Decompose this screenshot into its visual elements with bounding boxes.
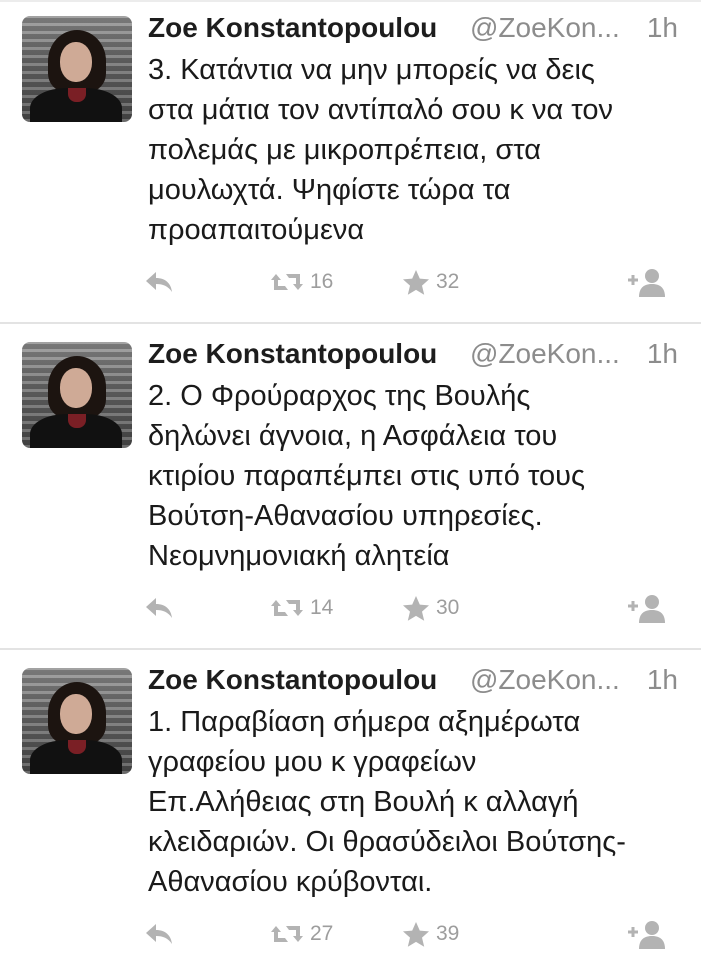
reply-icon xyxy=(144,921,174,947)
tweet[interactable]: Zoe Konstantopoulou @ZoeKon... 1h 2. Ο Φ… xyxy=(0,326,701,646)
star-icon xyxy=(402,269,430,296)
star-icon xyxy=(402,921,430,948)
author-name[interactable]: Zoe Konstantopoulou xyxy=(148,8,437,48)
follow-button[interactable] xyxy=(626,916,666,952)
tweet-text-line: κλειδαριών. Οι θρασύδειλοι Βούτσης- xyxy=(148,826,626,858)
tweet-text-line: 3. Κατάντια να μην μπορείς να δεις xyxy=(148,54,595,86)
avatar[interactable] xyxy=(22,668,132,774)
tweet-text-line: γραφείου μου κ γραφείων xyxy=(148,746,477,778)
retweet-icon xyxy=(270,922,304,946)
favorite-button[interactable]: 30 xyxy=(402,590,459,626)
tweet-text-line: Αθανασίου κρύβονται. xyxy=(148,866,433,898)
tweet-text-line: μουλωχτά. Ψηφίστε τώρα τα xyxy=(148,174,511,206)
reply-button[interactable] xyxy=(144,590,174,626)
tweet-actions: 16 32 xyxy=(140,264,680,300)
reply-button[interactable] xyxy=(144,264,174,300)
tweet-header: Zoe Konstantopoulou @ZoeKon... 1h xyxy=(148,8,688,48)
tweet-time: 1h xyxy=(646,338,678,369)
tweet-header: Zoe Konstantopoulou @ZoeKon... 1h xyxy=(148,334,688,374)
tweet-time: 1h xyxy=(646,664,678,695)
tweet-text: 3. Κατάντια να μην μπορείς να δεις στα μ… xyxy=(148,50,688,250)
favorite-count: 39 xyxy=(436,922,460,945)
tweet-header: Zoe Konstantopoulou @ZoeKon... 1h xyxy=(148,660,688,700)
reply-button[interactable] xyxy=(144,916,174,952)
tweet-text-line: Νεομνημονιακή αλητεία xyxy=(148,540,450,572)
author-name[interactable]: Zoe Konstantopoulou xyxy=(148,660,437,700)
follow-button[interactable] xyxy=(626,590,666,626)
tweet-divider xyxy=(0,648,701,650)
tweet-text: 2. Ο Φρούραρχος της Βουλής δηλώνει άγνοι… xyxy=(148,376,688,576)
retweet-count: 16 xyxy=(310,270,334,293)
star-icon xyxy=(402,595,430,622)
tweet-text-line: 2. Ο Φρούραρχος της Βουλής xyxy=(148,380,531,412)
author-handle[interactable]: @ZoeKon... xyxy=(470,660,620,700)
tweet-text: 1. Παραβίαση σήμερα αξημέρωτα γραφείου μ… xyxy=(148,702,688,902)
tweet-text-line: Επ.Αλήθειας στη Βουλή κ αλλαγή xyxy=(148,786,579,818)
avatar[interactable] xyxy=(22,16,132,122)
reply-icon xyxy=(144,269,174,295)
avatar[interactable] xyxy=(22,342,132,448)
tweet-text-line: δηλώνει άγνοια, η Ασφάλεια του xyxy=(148,420,558,452)
tweet-text-line: 1. Παραβίαση σήμερα αξημέρωτα xyxy=(148,706,581,738)
favorite-button[interactable]: 39 xyxy=(402,916,459,952)
retweet-button[interactable]: 16 xyxy=(270,264,333,300)
favorite-count: 30 xyxy=(436,596,460,619)
reply-icon xyxy=(144,595,174,621)
favorite-count: 32 xyxy=(436,270,460,293)
tweet-text-line: στα μάτια τον αντίπαλό σου κ να τον xyxy=(148,94,613,126)
retweet-button[interactable]: 14 xyxy=(270,590,333,626)
tweet-text-line: κτιρίου παραπέμπει στις υπό τους xyxy=(148,460,585,492)
tweet-text-line: προαπαιτούμενα xyxy=(148,214,365,246)
retweet-icon xyxy=(270,596,304,620)
tweet[interactable]: Zoe Konstantopoulou @ZoeKon... 1h 3. Κατ… xyxy=(0,0,701,320)
tweet-divider xyxy=(0,322,701,324)
follow-button[interactable] xyxy=(626,264,666,300)
author-name[interactable]: Zoe Konstantopoulou xyxy=(148,334,437,374)
tweet-text-line: Βούτση-Αθανασίου υπηρεσίες. xyxy=(148,500,543,532)
follow-user-icon xyxy=(626,593,666,623)
retweet-count: 14 xyxy=(310,596,334,619)
author-handle[interactable]: @ZoeKon... xyxy=(470,8,620,48)
retweet-icon xyxy=(270,270,304,294)
tweet-time: 1h xyxy=(646,12,678,43)
follow-user-icon xyxy=(626,267,666,297)
follow-user-icon xyxy=(626,919,666,949)
tweet[interactable]: Zoe Konstantopoulou @ZoeKon... 1h 1. Παρ… xyxy=(0,652,701,972)
tweet-actions: 14 30 xyxy=(140,590,680,626)
retweet-button[interactable]: 27 xyxy=(270,916,333,952)
tweet-actions: 27 39 xyxy=(140,916,680,952)
tweet-text-line: πολεμάς με μικροπρέπεια, στα xyxy=(148,134,542,166)
retweet-count: 27 xyxy=(310,922,334,945)
favorite-button[interactable]: 32 xyxy=(402,264,459,300)
author-handle[interactable]: @ZoeKon... xyxy=(470,334,620,374)
